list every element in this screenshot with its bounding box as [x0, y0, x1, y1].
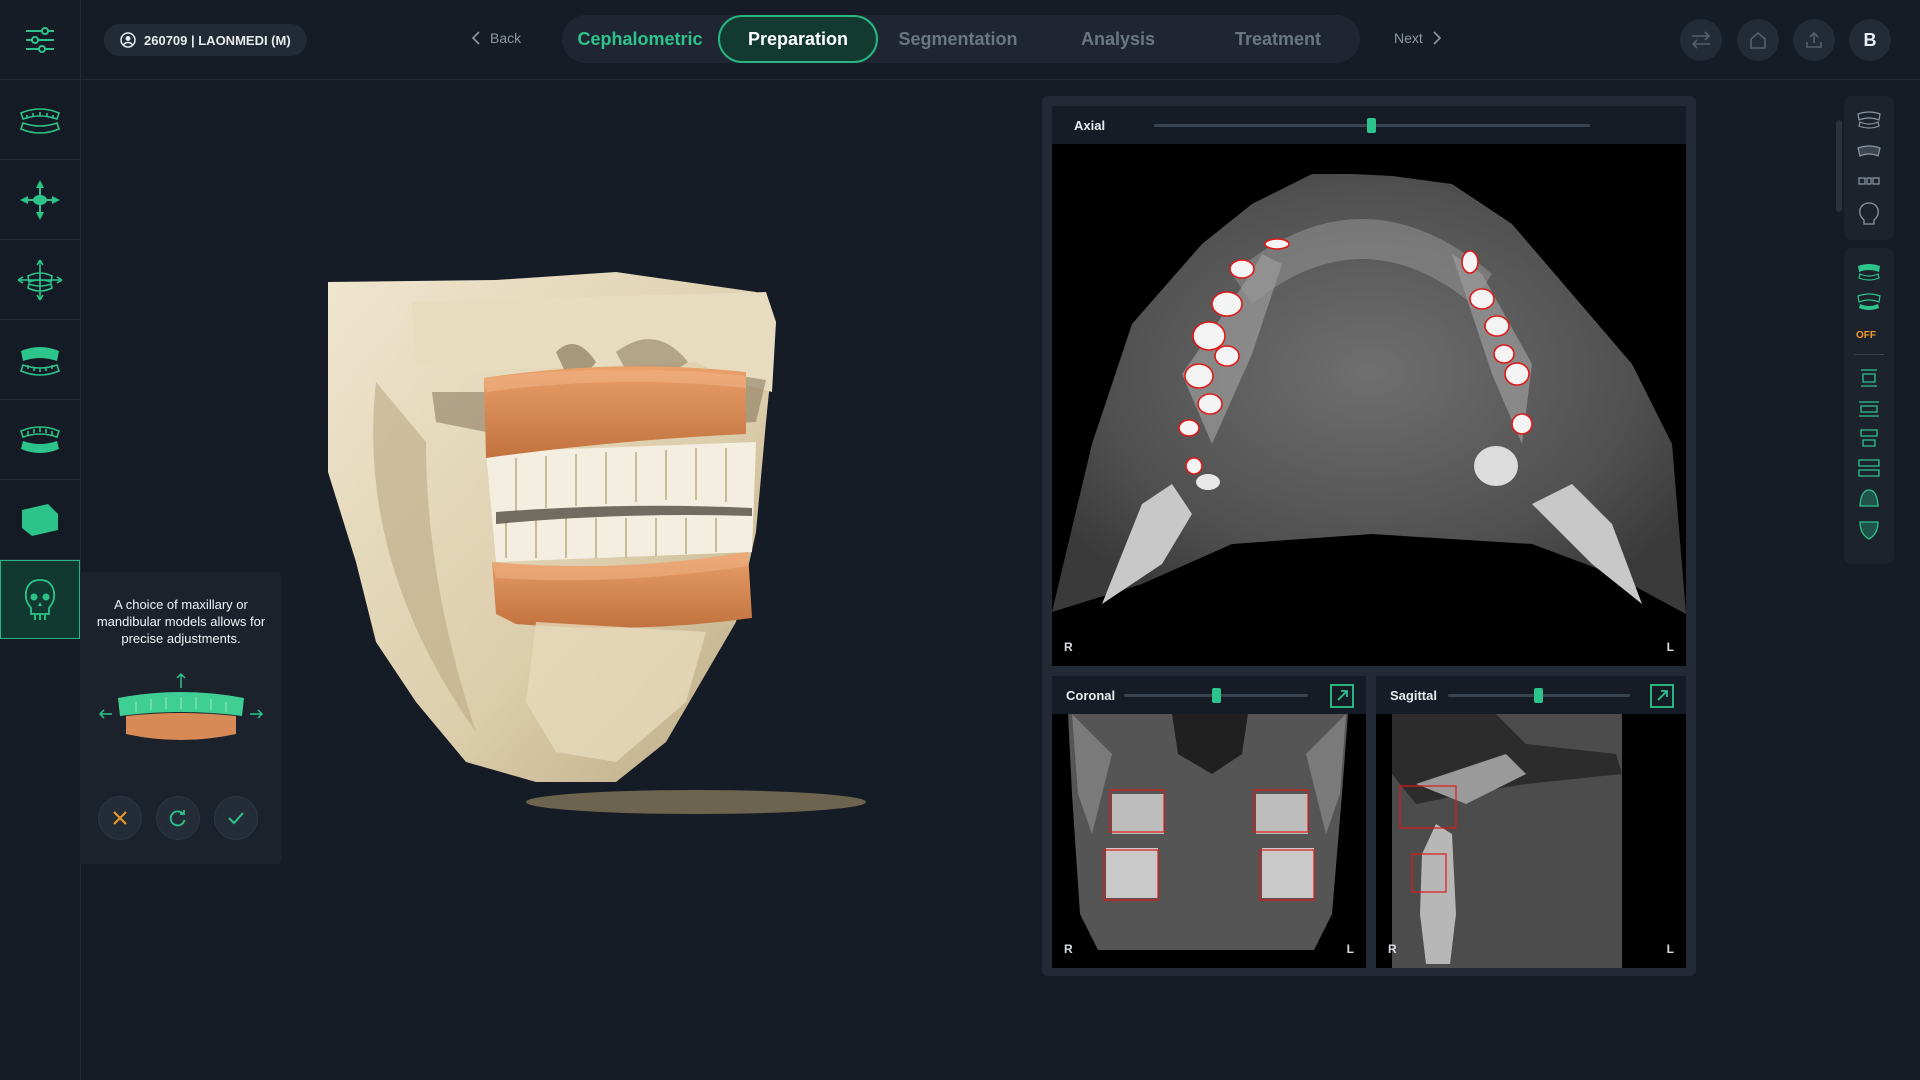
stack-full-icon[interactable] — [1857, 458, 1881, 478]
axial-view[interactable]: R L — [1052, 144, 1686, 666]
back-button[interactable]: Back — [472, 30, 521, 46]
expand-icon[interactable] — [1650, 684, 1674, 708]
coronal-ct-slice — [1068, 714, 1348, 950]
coronal-left-marker: L — [1346, 942, 1354, 956]
tab-segmentation[interactable]: Segmentation — [878, 15, 1038, 63]
axial-header: Axial — [1052, 106, 1686, 144]
coronal-label: Coronal — [1066, 688, 1116, 703]
refresh-icon — [169, 810, 186, 827]
shield-icon[interactable] — [1857, 520, 1881, 540]
teeth-gap-icon[interactable] — [1857, 172, 1881, 192]
sagittal-slider-thumb[interactable] — [1534, 688, 1543, 703]
tab-label: Cephalometric — [577, 28, 703, 49]
sagittal-ct-slice — [1392, 714, 1622, 968]
patient-badge[interactable]: 260709 | LAONMEDI (M) — [104, 24, 307, 56]
skull-outline-icon[interactable] — [1857, 202, 1881, 226]
sagittal-header: Sagittal — [1376, 676, 1686, 714]
crop-shape-icon — [22, 503, 58, 536]
upload-button[interactable] — [1793, 19, 1835, 61]
dome-icon[interactable] — [1857, 488, 1881, 508]
swap-arrows-icon — [1691, 31, 1711, 49]
sidebar-item-orientation[interactable] — [0, 240, 80, 320]
home-button[interactable] — [1737, 19, 1779, 61]
lower-teeth-icon — [20, 425, 60, 453]
tab-label: Segmentation — [898, 28, 1018, 49]
coronal-right-marker: R — [1064, 942, 1073, 956]
left-toolbar — [0, 80, 81, 1080]
user-avatar[interactable]: B — [1849, 19, 1891, 61]
chevron-left-icon — [472, 31, 480, 45]
sagittal-left-marker: L — [1666, 942, 1674, 956]
upper-arch-icon[interactable] — [1857, 110, 1881, 130]
sagittal-right-marker: R — [1388, 942, 1397, 956]
swap-button[interactable] — [1680, 19, 1722, 61]
sagittal-view[interactable]: R L — [1376, 714, 1686, 968]
axial-ct-slice — [1052, 174, 1686, 614]
sidebar-item-maxillary-model[interactable] — [0, 320, 80, 400]
sidebar-item-skull[interactable] — [0, 560, 80, 639]
back-label: Back — [490, 30, 522, 46]
dental-arch-icon — [20, 107, 60, 134]
stack-lower-icon[interactable] — [1857, 428, 1881, 448]
imaging-panel: Axial R L Coronal R L Sagittal R L — [1042, 96, 1696, 976]
home-icon — [1750, 31, 1766, 49]
tab-label: Preparation — [747, 28, 849, 49]
close-icon — [113, 811, 127, 825]
upper-teeth-icon — [20, 346, 60, 376]
skull-icon — [24, 578, 56, 620]
sliders-icon — [26, 26, 54, 53]
patient-label: 260709 | LAONMEDI (M) — [144, 32, 291, 48]
expand-icon[interactable] — [1330, 684, 1354, 708]
right-toolbar-bottom: OFF — [1844, 248, 1894, 564]
axial-slider-thumb[interactable] — [1367, 118, 1376, 133]
axial-right-marker: R — [1064, 640, 1073, 654]
right-toolbar-top — [1844, 96, 1894, 240]
next-label: Next — [1394, 30, 1423, 46]
sidebar-item-arch-model[interactable] — [0, 80, 80, 160]
coronal-view[interactable]: R L — [1052, 714, 1366, 968]
four-way-move-icon — [20, 179, 60, 220]
right-toolbar-collapse-handle[interactable] — [1836, 120, 1842, 212]
coronal-header: Coronal — [1052, 676, 1366, 714]
popover-text: A choice of maxillary or mandibular mode… — [96, 597, 266, 646]
sidebar-item-move[interactable] — [0, 160, 80, 240]
tab-label: Analysis — [1080, 28, 1156, 49]
top-bar: 260709 | LAONMEDI (M) Back Cephalometric… — [0, 0, 1920, 80]
off-toggle[interactable]: OFF — [1856, 330, 1876, 341]
skull-3d-render[interactable] — [316, 262, 956, 832]
tab-preparation[interactable]: Preparation — [718, 15, 878, 63]
next-button[interactable]: Next — [1394, 30, 1441, 46]
tab-treatment[interactable]: Treatment — [1198, 15, 1358, 63]
cancel-button[interactable] — [98, 796, 142, 840]
sidebar-item-crop[interactable] — [0, 480, 80, 560]
confirm-button[interactable] — [214, 796, 258, 840]
workflow-tabs: Cephalometric Preparation Segmentation A… — [562, 15, 1360, 63]
tab-analysis[interactable]: Analysis — [1038, 15, 1198, 63]
axis-orientation-icon — [17, 259, 63, 300]
teeth-row-icon[interactable] — [1857, 142, 1881, 162]
lower-model-icon[interactable] — [1857, 292, 1881, 312]
user-circle-icon — [120, 32, 136, 48]
check-icon — [228, 812, 244, 825]
model-choice-popover: A choice of maxillary or mandibular mode… — [80, 572, 282, 864]
coronal-slider-thumb[interactable] — [1212, 688, 1221, 703]
tab-cephalometric[interactable]: Cephalometric — [562, 15, 718, 63]
toolbar-divider — [1854, 354, 1884, 355]
axial-label: Axial — [1074, 118, 1106, 133]
tab-label: Treatment — [1234, 28, 1322, 49]
chevron-right-icon — [1433, 31, 1441, 45]
sagittal-label: Sagittal — [1390, 688, 1437, 703]
user-initial: B — [1863, 29, 1877, 50]
stack-upper-icon[interactable] — [1857, 368, 1881, 388]
sidebar-item-mandibular-model[interactable] — [0, 400, 80, 480]
reset-button[interactable] — [156, 796, 200, 840]
upload-icon — [1806, 31, 1822, 48]
upper-model-icon[interactable] — [1857, 262, 1881, 282]
settings-sliders-button[interactable] — [0, 0, 81, 79]
axial-left-marker: L — [1666, 640, 1674, 654]
stack-mid-icon[interactable] — [1857, 398, 1881, 418]
model-adjust-illustration — [98, 672, 264, 740]
